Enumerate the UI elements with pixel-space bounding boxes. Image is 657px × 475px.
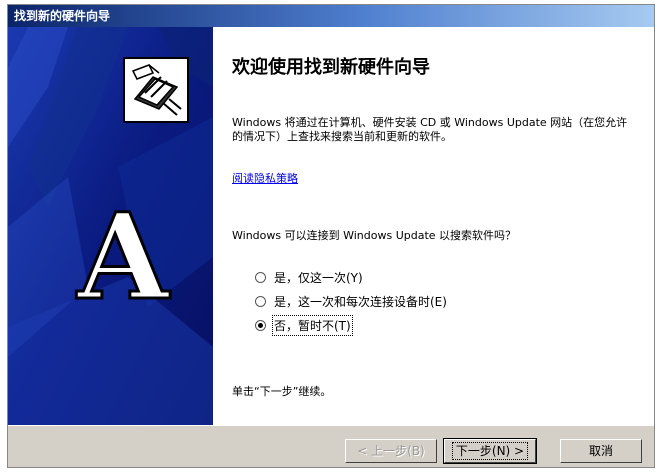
option-label: 是，仅这一次(Y) <box>274 271 363 285</box>
option-yes-always[interactable]: 是，这一次和每次连接设备时(E) <box>255 293 447 310</box>
intro-text: Windows 将通过在计算机、硬件安装 CD 或 Windows Update… <box>232 116 628 143</box>
cancel-button[interactable]: 取消 <box>560 439 642 463</box>
next-button-label: 下一步(N) > <box>451 442 529 460</box>
option-label: 否，暂时不(T) <box>272 315 353 336</box>
letter-a-overlay: A <box>76 187 171 326</box>
back-button[interactable]: < 上一步(B) <box>345 439 437 463</box>
option-yes-once[interactable]: 是，仅这一次(Y) <box>255 269 363 286</box>
wizard-side-banner: A <box>8 27 213 425</box>
option-no[interactable]: 否，暂时不(T) <box>255 315 353 336</box>
continue-instruction: 单击“下一步”继续。 <box>232 385 332 398</box>
wizard-content: 欢迎使用找到新硬件向导 Windows 将通过在计算机、硬件安装 CD 或 Wi… <box>213 27 654 425</box>
next-button[interactable]: 下一步(N) > <box>443 438 537 464</box>
connect-question: Windows 可以连接到 Windows Update 以搜索软件吗？ <box>232 229 517 242</box>
wizard-heading: 欢迎使用找到新硬件向导 <box>232 57 430 78</box>
radio-button[interactable] <box>255 296 266 307</box>
window-title: 找到新的硬件向导 <box>8 5 654 27</box>
hardware-wizard-icon <box>123 57 189 123</box>
option-label: 是，这一次和每次连接设备时(E) <box>274 295 447 309</box>
radio-button[interactable] <box>255 272 266 283</box>
radio-button-selected[interactable] <box>255 320 266 331</box>
wizard-window: 找到新的硬件向导 A 欢迎使用找到新硬件向导 Windows 将通过在计算机、硬… <box>7 4 655 468</box>
button-bar: < 上一步(B) 下一步(N) > 取消 <box>8 425 654 467</box>
privacy-policy-link[interactable]: 阅读隐私策略 <box>232 170 298 186</box>
